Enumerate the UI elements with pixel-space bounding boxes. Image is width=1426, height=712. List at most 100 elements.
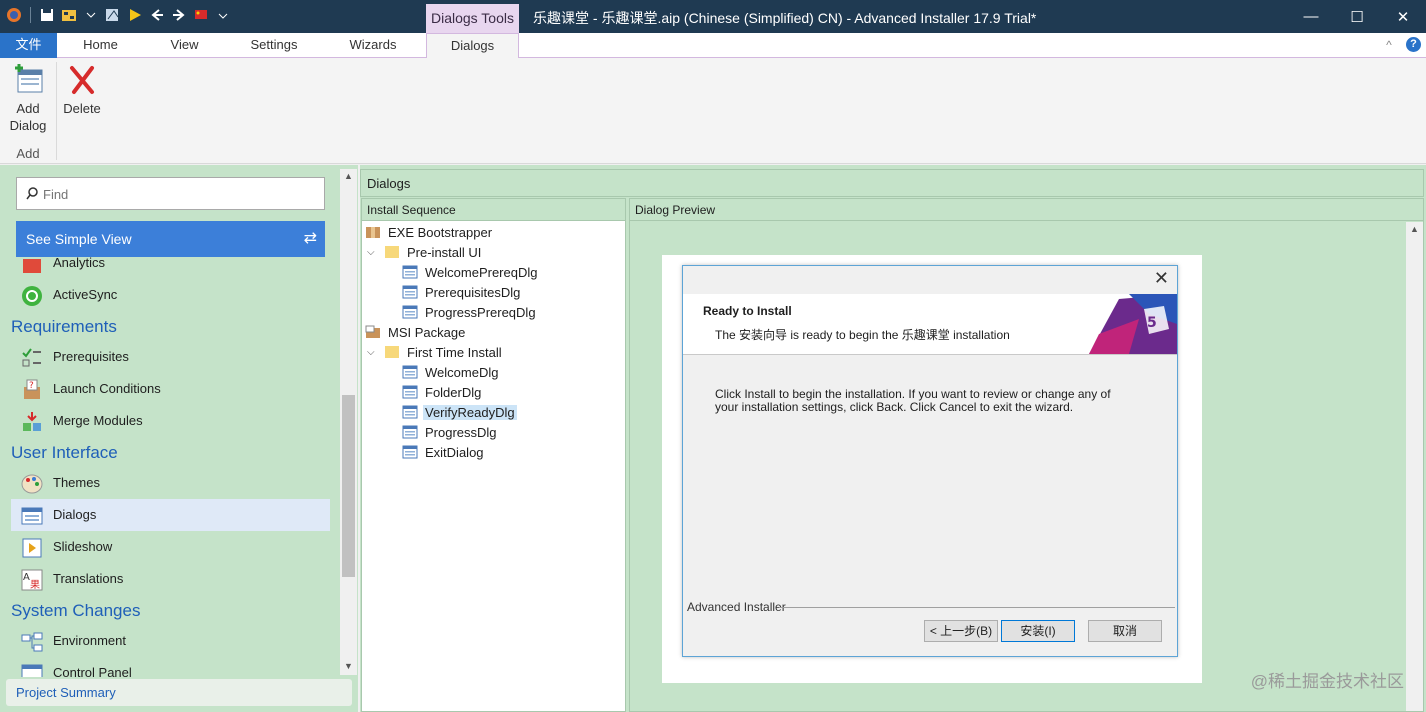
save-icon[interactable] (39, 7, 55, 23)
see-simple-view-label: See Simple View (26, 231, 132, 247)
nav-item-control-panel[interactable]: Control Panel (11, 657, 330, 677)
dialog-body-text: Click Install to begin the installation.… (715, 387, 1111, 414)
watermark: @稀土掘金技术社区 (1250, 672, 1404, 691)
banner-graphic-icon: 5 (1089, 294, 1177, 354)
add-dialog-button[interactable]: Add Dialog (6, 64, 50, 134)
tree-item-prerequisitesdlg[interactable]: PrerequisitesDlg (402, 283, 522, 303)
verify-ready-dialog-preview[interactable]: ✕ Ready to Install The 安装向导 is ready to … (682, 265, 1178, 657)
svg-text:果: 果 (30, 579, 40, 591)
window-title: 乐趣课堂 - 乐趣课堂.aip (Chinese (Simplified) CN… (533, 10, 1037, 26)
tree-item-progressprereqdlg[interactable]: ProgressPrereqDlg (402, 303, 538, 323)
svg-text:5: 5 (1147, 315, 1157, 331)
back-button[interactable]: < 上一步(B) (924, 620, 998, 642)
search-icon (26, 187, 38, 200)
tab-wizards[interactable]: Wizards (337, 33, 409, 58)
tree-item-verifyreadydlg[interactable]: VerifyReadyDlg (402, 403, 517, 423)
nav-item-dialogs[interactable]: Dialogs (11, 499, 330, 531)
forward-arrow-icon[interactable] (171, 7, 187, 23)
nav-item-launch-conditions[interactable]: ? Launch Conditions (11, 373, 330, 405)
nav-item-environment[interactable]: Environment (11, 625, 330, 657)
nav-group-requirements[interactable]: Requirements (11, 317, 117, 337)
customize-dropdown-icon[interactable] (215, 7, 231, 23)
delete-icon (70, 66, 94, 94)
tree-item-first-time-install[interactable]: ⌵ First Time Install (367, 343, 504, 363)
dialog-icon (402, 445, 418, 459)
preview-scrollbar[interactable]: ▲ (1406, 222, 1423, 711)
nav-item-slideshow[interactable]: Slideshow (11, 531, 330, 563)
svg-text:?: ? (29, 381, 34, 391)
find-input[interactable] (43, 184, 313, 204)
cancel-button[interactable]: 取消 (1088, 620, 1162, 642)
collapse-ribbon-button[interactable]: ^ (1382, 33, 1396, 58)
nav-item-activesync[interactable]: ActiveSync (11, 279, 330, 311)
nav-item-label: Control Panel (53, 665, 132, 677)
tree-item-welcomeprereqdlg[interactable]: WelcomePrereqDlg (402, 263, 539, 283)
scroll-down-icon[interactable]: ▼ (340, 661, 357, 671)
nav-item-label: Analytics (53, 257, 106, 270)
collapse-chevron-icon[interactable]: ⌵ (367, 343, 375, 363)
nav-item-translations[interactable]: A果 Translations (11, 563, 330, 595)
nav-item-label: Translations (53, 571, 124, 586)
maximize-button[interactable]: ☐ (1334, 0, 1380, 33)
app-logo-icon[interactable] (6, 7, 22, 23)
dialog-divider (779, 607, 1175, 608)
see-simple-view-button[interactable]: See Simple View ⇄ (16, 221, 325, 257)
prerequisites-icon (22, 348, 41, 367)
project-summary-button[interactable]: Project Summary (6, 679, 352, 706)
preview-scroll-up-icon[interactable]: ▲ (1406, 224, 1423, 234)
dialog-close-icon[interactable]: ✕ (1154, 268, 1169, 289)
nav-item-label: Merge Modules (53, 413, 143, 428)
tree-item-pre-install-ui[interactable]: ⌵ Pre-install UI (367, 243, 483, 263)
analytics-icon (23, 259, 41, 273)
nav-item-prerequisites[interactable]: Prerequisites (11, 341, 330, 373)
left-panel-scrollbar[interactable]: ▲ ▼ (340, 169, 357, 675)
nav-item-label: Environment (53, 633, 126, 648)
collapse-chevron-icon[interactable]: ⌵ (367, 243, 375, 263)
add-dialog-label-2: Dialog (9, 118, 47, 133)
tab-home[interactable]: Home (68, 33, 133, 58)
left-navigation-panel: See Simple View ⇄ Analytics ActiveSync R… (0, 165, 358, 712)
msi-package-icon (365, 325, 380, 338)
activesync-icon (22, 286, 42, 306)
minimize-button[interactable]: — (1288, 0, 1334, 33)
tree-item-exitdialog[interactable]: ExitDialog (402, 443, 486, 463)
install-sequence-pane: Install Sequence EXE Bootstrapper ⌵ Pre-… (361, 198, 626, 712)
tab-view[interactable]: View (156, 33, 213, 58)
build-options-icon[interactable] (83, 7, 99, 23)
tree-item-welcomedlg[interactable]: WelcomeDlg (402, 363, 500, 383)
tab-dialogs[interactable]: Dialogs (426, 33, 519, 59)
tab-file[interactable]: 文件 (0, 33, 57, 58)
back-arrow-icon[interactable] (149, 7, 165, 23)
close-button[interactable]: ✕ (1380, 0, 1426, 33)
delete-button[interactable]: Delete (60, 64, 104, 117)
tab-settings[interactable]: Settings (238, 33, 310, 58)
run-icon[interactable] (127, 7, 143, 23)
nav-item-label: Prerequisites (53, 349, 129, 364)
dialog-icon (402, 305, 418, 319)
tree-item-progressdlg[interactable]: ProgressDlg (402, 423, 499, 443)
build-icon[interactable] (61, 7, 77, 23)
dialog-preview-pane: Dialog Preview ✕ Ready to Install The 安装… (629, 198, 1424, 712)
themes-palette-icon (21, 474, 43, 494)
tree-item-exe-bootstrapper[interactable]: EXE Bootstrapper (365, 223, 494, 243)
launch-conditions-icon: ? (24, 379, 40, 399)
scroll-up-icon[interactable]: ▲ (340, 171, 357, 181)
add-dialog-icon (15, 64, 43, 93)
dialog-icon (402, 425, 418, 439)
install-button[interactable]: 安装(I) (1001, 620, 1075, 642)
rebuild-icon[interactable] (105, 7, 121, 23)
nav-item-merge-modules[interactable]: Merge Modules (11, 405, 330, 437)
nav-group-user-interface[interactable]: User Interface (11, 443, 118, 463)
flag-icon[interactable] (193, 7, 209, 23)
navigation-list: Analytics ActiveSync Requirements Prereq… (0, 257, 340, 677)
environment-icon (21, 632, 43, 652)
scrollbar-thumb[interactable] (342, 395, 355, 577)
nav-item-analytics[interactable]: Analytics (11, 257, 330, 279)
tree-item-msi-package[interactable]: MSI Package (365, 323, 467, 343)
nav-item-label: Dialogs (53, 507, 97, 522)
nav-item-themes[interactable]: Themes (11, 467, 330, 499)
help-button[interactable]: ? (1406, 37, 1421, 52)
tree-item-folderdlg[interactable]: FolderDlg (402, 383, 483, 403)
find-box[interactable] (16, 177, 325, 210)
nav-group-system-changes[interactable]: System Changes (11, 601, 140, 621)
